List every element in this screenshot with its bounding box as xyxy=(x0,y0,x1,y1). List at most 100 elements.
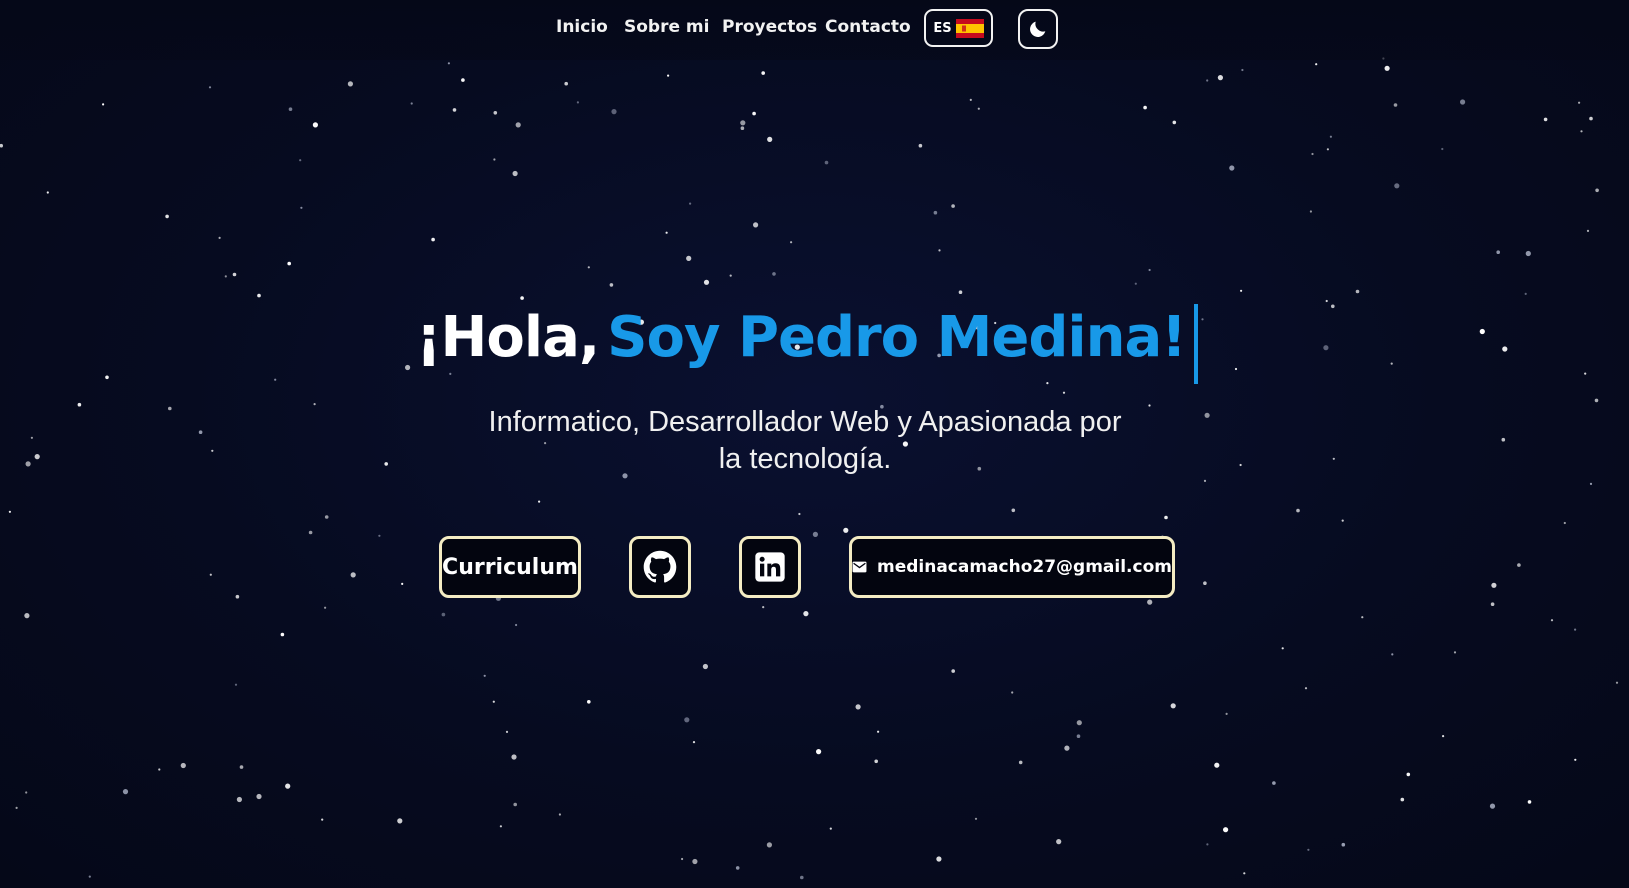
nav-link-inicio[interactable]: Inicio xyxy=(556,17,608,37)
star xyxy=(772,272,776,276)
star xyxy=(1223,827,1229,833)
star xyxy=(30,436,33,439)
star xyxy=(15,806,18,810)
nav-link-sobre-mi[interactable]: Sobre mi xyxy=(624,17,709,37)
hero-name: Soy Pedro Medina! xyxy=(607,305,1187,370)
star xyxy=(1442,735,1445,738)
hero-subtitle: Informatico, Desarrollador Web y Apasion… xyxy=(460,404,1150,478)
star xyxy=(1615,681,1619,684)
star xyxy=(951,669,955,673)
star xyxy=(1574,628,1577,631)
star xyxy=(611,109,617,115)
star xyxy=(1240,289,1243,292)
email-button[interactable]: medinacamacho27@gmail.com xyxy=(849,536,1175,598)
star xyxy=(790,241,793,244)
star xyxy=(1323,345,1329,351)
star xyxy=(1046,382,1049,385)
star xyxy=(1311,152,1314,156)
star xyxy=(452,108,457,112)
star xyxy=(703,279,710,285)
star xyxy=(824,160,829,165)
star xyxy=(766,842,773,848)
star xyxy=(1309,210,1312,213)
star xyxy=(378,534,381,537)
star xyxy=(312,122,318,128)
star xyxy=(235,594,240,599)
star xyxy=(1272,781,1276,785)
star xyxy=(218,236,221,239)
star xyxy=(1204,412,1210,418)
star xyxy=(829,827,832,830)
star xyxy=(1543,117,1548,122)
star xyxy=(762,606,765,609)
star xyxy=(1315,63,1318,66)
star xyxy=(168,406,172,411)
star xyxy=(347,81,353,87)
star xyxy=(1148,268,1151,272)
star xyxy=(1011,508,1016,513)
github-icon xyxy=(643,550,677,583)
star xyxy=(397,818,403,824)
star xyxy=(513,802,517,807)
star xyxy=(1496,250,1500,254)
star xyxy=(1527,800,1532,804)
hero-subtitle-line-2: la tecnología. xyxy=(718,443,892,475)
star xyxy=(1524,292,1527,295)
star xyxy=(1361,616,1364,619)
star xyxy=(8,510,11,513)
star xyxy=(105,375,109,380)
star xyxy=(483,674,486,677)
star xyxy=(609,283,614,287)
star xyxy=(686,255,692,261)
star xyxy=(1206,79,1209,82)
star xyxy=(1479,328,1485,335)
star xyxy=(1595,188,1599,193)
hero-headline: ¡Hola, Soy Pedro Medina! xyxy=(416,298,1187,378)
star xyxy=(102,103,105,106)
star xyxy=(324,606,327,609)
star xyxy=(1201,318,1204,321)
star xyxy=(933,210,938,215)
star xyxy=(1332,457,1335,460)
star xyxy=(1296,508,1300,513)
star xyxy=(1281,647,1284,650)
language-toggle-button[interactable]: ES xyxy=(924,9,993,47)
star xyxy=(1586,229,1590,232)
mail-icon xyxy=(852,561,867,573)
star xyxy=(1076,734,1081,738)
star xyxy=(1441,147,1444,151)
star xyxy=(1491,582,1497,588)
theme-toggle-button[interactable] xyxy=(1018,9,1058,49)
star xyxy=(877,730,880,733)
star xyxy=(1018,760,1023,765)
star xyxy=(1147,599,1153,605)
star xyxy=(1489,803,1496,809)
star xyxy=(1203,479,1207,482)
star xyxy=(410,102,413,105)
star xyxy=(974,817,978,820)
star xyxy=(515,623,518,627)
nav-link-proyectos[interactable]: Proyectos xyxy=(722,17,817,37)
curriculum-button[interactable]: Curriculum xyxy=(439,536,581,598)
typing-cursor xyxy=(1194,304,1198,384)
star xyxy=(1064,745,1070,751)
star xyxy=(0,143,3,148)
star xyxy=(1243,872,1246,875)
star xyxy=(321,818,324,821)
star xyxy=(46,191,49,194)
github-button[interactable] xyxy=(629,536,691,598)
star xyxy=(1563,521,1566,525)
nav-link-contacto[interactable]: Contacto xyxy=(825,17,911,37)
star xyxy=(665,231,668,234)
star xyxy=(752,111,756,116)
star xyxy=(122,789,129,795)
star xyxy=(158,768,161,771)
spain-flag-icon xyxy=(955,18,984,38)
linkedin-button[interactable] xyxy=(739,536,801,598)
star xyxy=(798,512,801,516)
star xyxy=(350,572,356,578)
star xyxy=(1062,391,1066,394)
star xyxy=(1172,120,1177,125)
star xyxy=(1134,282,1137,285)
star xyxy=(224,275,227,278)
